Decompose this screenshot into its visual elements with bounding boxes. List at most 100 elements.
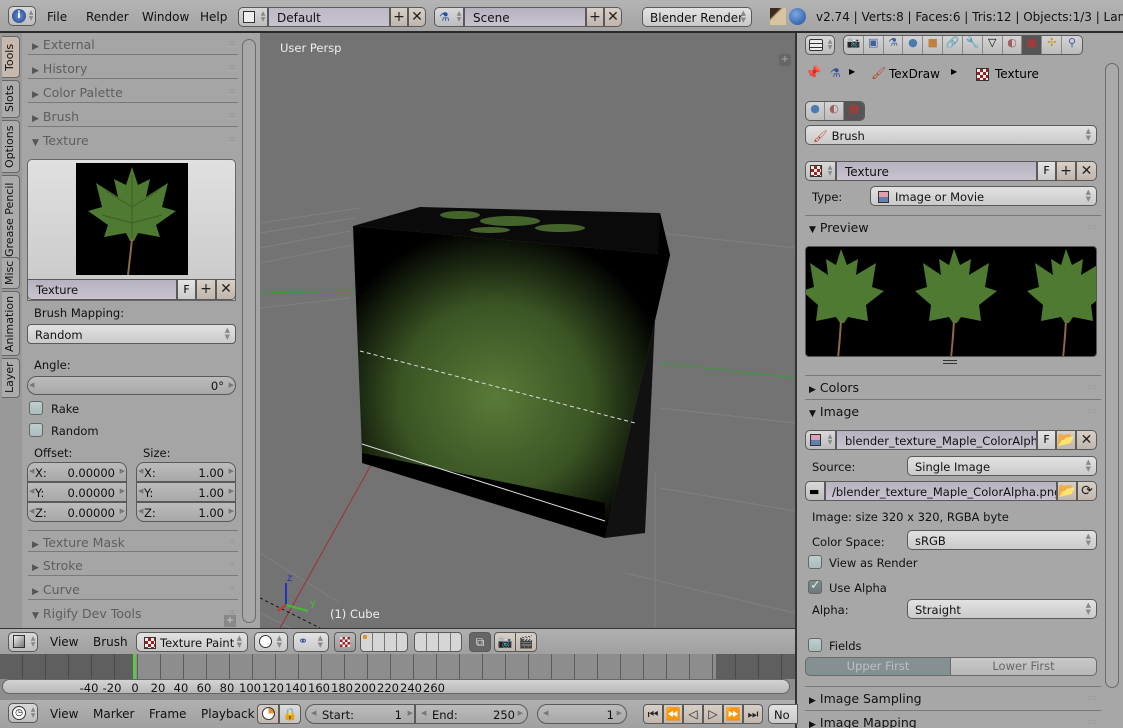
panel-texture[interactable]: ▼ Texture::::	[28, 129, 238, 151]
drag-grip-icon[interactable]: ::::	[229, 39, 236, 47]
render-animation-button[interactable]: 🎬	[515, 632, 537, 652]
menu-render[interactable]: Render	[86, 10, 129, 24]
drag-grip-icon[interactable]: ::::	[1088, 223, 1097, 231]
texture-tab-icon[interactable]: ▦	[1022, 36, 1043, 54]
play-button[interactable]: ▷	[703, 704, 723, 724]
offset-x-field[interactable]: ◀ X: 0.00000 ▶	[27, 462, 127, 482]
lock-camera-layers-button[interactable]: ⧉	[469, 632, 491, 652]
size-y-field[interactable]: ◀ Y: 1.00 ▶	[136, 482, 236, 502]
rake-checkbox[interactable]	[29, 401, 43, 415]
random-checkbox[interactable]	[29, 423, 43, 437]
panel-image[interactable]: ▼ Image::::	[805, 399, 1101, 421]
render-layers-tab-icon[interactable]: ▣	[864, 36, 884, 54]
end-frame-field[interactable]: ◀ End: 250 ▶	[415, 704, 528, 724]
texture-name-field[interactable]: Texture	[836, 161, 1037, 181]
drag-grip-icon[interactable]: ::::	[229, 63, 236, 71]
alpha-mode-dropdown[interactable]: Straight ▲ ▼	[907, 599, 1097, 619]
current-frame-field[interactable]: ◀ 1 ▶	[537, 704, 627, 724]
size-x-field[interactable]: ◀ X: 1.00 ▶	[136, 462, 236, 482]
angle-slider[interactable]: ◀ 0° ▶	[27, 376, 236, 395]
drag-grip-icon[interactable]: ::::	[229, 135, 236, 143]
fake-user-button[interactable]: F	[1037, 430, 1056, 450]
panel-history[interactable]: ▶ History::::	[28, 57, 238, 79]
panel-rigify-dev-tools[interactable]: ▼ Rigify Dev Tools::::	[28, 602, 238, 624]
unlink-texture-button[interactable]: ✕	[216, 279, 236, 300]
shading-dropdown[interactable]: ▲ ▼	[254, 632, 288, 652]
delete-scene-button[interactable]: ✕	[604, 7, 622, 27]
cube-object[interactable]	[353, 207, 670, 538]
fake-user-button[interactable]: F	[1037, 161, 1056, 181]
pack-button[interactable]: ▬	[805, 481, 825, 501]
object-tab-icon[interactable]: ■	[923, 36, 944, 54]
properties-scrollbar[interactable]	[1105, 63, 1119, 688]
material-tab-icon[interactable]: ◐	[1003, 36, 1023, 54]
fake-user-button[interactable]: F	[177, 279, 196, 300]
properties-toggle-button[interactable]: +	[779, 54, 791, 66]
drag-grip-icon[interactable]: ::::	[229, 584, 236, 592]
current-frame-line[interactable]	[133, 654, 136, 679]
data-tab-icon[interactable]: ▽	[983, 36, 1003, 54]
new-texture-button[interactable]: +	[1056, 161, 1076, 181]
physics-tab-icon[interactable]: ⚲	[1062, 36, 1082, 54]
render-engine-dropdown[interactable]: Blender Render ▲ ▼	[642, 7, 752, 27]
tool-shelf-scrollbar[interactable]	[242, 39, 256, 623]
unlink-image-button[interactable]: ✕	[1076, 430, 1097, 450]
texture-browse-button[interactable]: ▲ ▼	[805, 161, 836, 181]
timeline[interactable]: -40 -20 0 20 40 60 80 100 120 140 160 180 200 220 240 2…	[0, 654, 795, 700]
drag-grip-icon[interactable]: ::::	[1088, 383, 1097, 391]
panel-image-mapping[interactable]: ▶ Image Mapping::::	[805, 710, 1101, 728]
drag-grip-icon[interactable]: ::::	[229, 111, 236, 119]
texture-name-field[interactable]: Texture	[27, 279, 177, 300]
render-tab-icon[interactable]: 📷	[844, 36, 864, 54]
material-texture-button[interactable]: ◐	[825, 102, 844, 120]
start-frame-field[interactable]: ◀ Start: 1 ▶	[305, 704, 415, 724]
drag-grip-icon[interactable]: ::::	[1088, 694, 1097, 702]
mask-toggle-button[interactable]	[334, 632, 356, 652]
3d-viewport[interactable]: z y User Persp (1) Cube +	[260, 33, 795, 628]
browse-file-button[interactable]: 📂	[1057, 481, 1077, 501]
menu-view[interactable]: View	[50, 707, 78, 721]
layer-buttons-1[interactable]	[360, 632, 408, 652]
menu-file[interactable]: File	[47, 10, 67, 24]
menu-frame[interactable]: Frame	[149, 707, 186, 721]
tab-slots[interactable]: Slots	[2, 80, 20, 118]
size-z-field[interactable]: ◀ Z: 1.00 ▶	[136, 502, 236, 522]
image-browse-button[interactable]: ▲ ▼	[805, 430, 836, 450]
auto-keying-button[interactable]	[257, 704, 279, 724]
panel-external[interactable]: ▶ External::::	[28, 33, 238, 55]
drag-grip-icon[interactable]: ::::	[1088, 407, 1097, 415]
modifiers-tab-icon[interactable]: 🔧	[963, 36, 983, 54]
panel-texture-mask[interactable]: ▶ Texture Mask::::	[28, 530, 238, 552]
scene-browse-button[interactable]: ⚗ ▲ ▼	[434, 7, 464, 27]
drag-grip-icon[interactable]: ::::	[229, 560, 236, 568]
jump-to-end-button[interactable]: ⏭	[743, 704, 763, 724]
sync-mode-dropdown[interactable]: No	[768, 704, 798, 724]
menu-playback[interactable]: Playback	[201, 707, 255, 721]
view-as-render-checkbox[interactable]	[808, 555, 822, 569]
pin-icon[interactable]: 📌	[805, 66, 821, 81]
menu-help[interactable]: Help	[200, 10, 227, 24]
mode-dropdown[interactable]: Texture Paint ▲ ▼	[136, 632, 248, 652]
play-reverse-button[interactable]: ◁	[683, 704, 703, 724]
add-scene-button[interactable]: +	[586, 7, 604, 27]
offset-y-field[interactable]: ◀ Y: 0.00000 ▶	[27, 482, 127, 502]
menu-window[interactable]: Window	[142, 10, 189, 24]
texture-type-dropdown[interactable]: Image or Movie ▲ ▼	[870, 186, 1097, 206]
particles-tab-icon[interactable]: ✣	[1042, 36, 1063, 54]
jump-to-start-button[interactable]: ⏮	[643, 704, 663, 724]
scene-name-field[interactable]: Scene	[464, 7, 586, 27]
panel-brush[interactable]: ▶ Brush::::	[28, 105, 238, 127]
fields-checkbox[interactable]	[808, 638, 822, 652]
panel-curve[interactable]: ▶ Curve::::	[28, 578, 238, 600]
resize-handle[interactable]	[943, 360, 957, 364]
new-texture-button[interactable]: +	[196, 279, 216, 300]
editor-type-button[interactable]: ◷ ▲ ▼	[8, 703, 38, 723]
panel-preview[interactable]: ▼ Preview::::	[805, 215, 1101, 237]
layout-browse-button[interactable]: ▲ ▼	[238, 7, 268, 27]
lower-first-button[interactable]: Lower First	[950, 657, 1097, 676]
reload-image-button[interactable]: ⟳	[1077, 481, 1097, 501]
panel-color-palette[interactable]: ▶ Color Palette::::	[28, 81, 238, 103]
color-space-dropdown[interactable]: sRGB ▲ ▼	[907, 530, 1097, 550]
layer-buttons-2[interactable]	[414, 632, 462, 652]
drag-grip-icon[interactable]: ::::	[229, 87, 236, 95]
